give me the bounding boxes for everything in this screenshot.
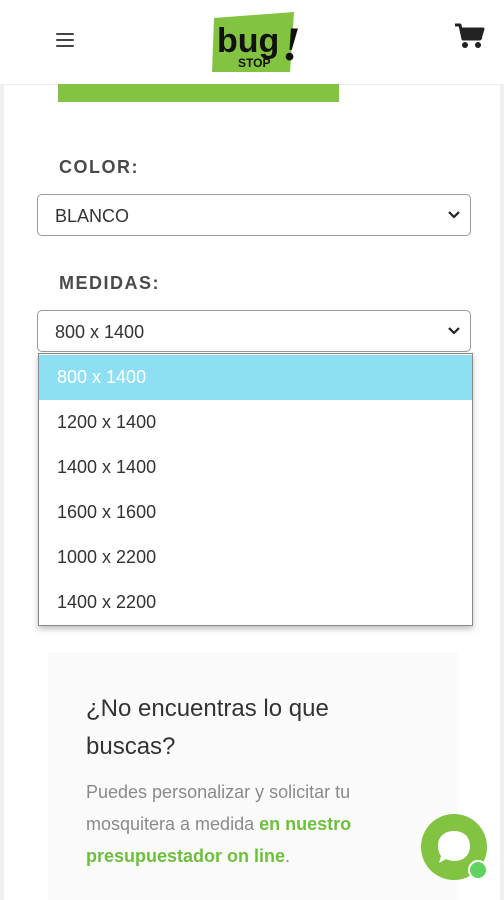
logo-sub-text: STOP <box>238 56 270 70</box>
online-status-dot <box>468 860 488 880</box>
option-label: 1200 x 1400 <box>57 412 157 432</box>
option-label: 1000 x 2200 <box>57 547 157 567</box>
option-label: 1600 x 1600 <box>57 502 157 522</box>
medidas-option[interactable]: 1400 x 2200 <box>39 580 472 625</box>
custom-size-panel: ¿No encuentras lo que buscas? Puedes per… <box>48 652 458 900</box>
medidas-select[interactable]: 800 x 1400 <box>37 310 471 352</box>
hamburger-menu-icon[interactable] <box>56 33 74 47</box>
medidas-select-value: 800 x 1400 <box>55 322 145 342</box>
add-to-cart-button-edge[interactable] <box>58 84 339 102</box>
logo-main-text: bug <box>217 22 279 60</box>
page-frame-left <box>0 0 4 900</box>
chat-bubble-icon <box>438 831 470 863</box>
color-select-value: BLANCO <box>55 206 130 226</box>
option-label: 1400 x 2200 <box>57 592 157 612</box>
color-label: COLOR: <box>59 157 139 177</box>
bugstop-logo[interactable]: bug STOP ! <box>210 10 302 74</box>
chat-button[interactable] <box>421 814 488 880</box>
chevron-down-icon <box>448 211 460 219</box>
option-label: 1400 x 1400 <box>57 457 157 477</box>
custom-size-text-end: . <box>285 846 291 866</box>
site-header: bug STOP ! <box>0 0 504 85</box>
logo-mark-text: ! <box>282 18 301 71</box>
option-label: 800 x 1400 <box>57 367 147 387</box>
medidas-option[interactable]: 1200 x 1400 <box>39 400 472 445</box>
medidas-option[interactable]: 1400 x 1400 <box>39 445 472 490</box>
custom-size-title: ¿No encuentras lo que buscas? <box>86 695 329 760</box>
color-select[interactable]: BLANCO <box>37 194 471 236</box>
medidas-option[interactable]: 800 x 1400 <box>39 355 472 400</box>
chevron-down-icon <box>448 327 460 335</box>
medidas-option[interactable]: 1000 x 2200 <box>39 535 472 580</box>
shopping-cart-icon[interactable] <box>454 22 486 50</box>
medidas-dropdown-list: 800 x 1400 1200 x 1400 1400 x 1400 1600 … <box>38 353 473 626</box>
medidas-option[interactable]: 1600 x 1600 <box>39 490 472 535</box>
custom-size-text: Puedes personalizar y solicitar tu mosqu… <box>86 776 416 872</box>
medidas-label: MEDIDAS: <box>59 273 160 293</box>
page-frame-right <box>500 0 504 900</box>
